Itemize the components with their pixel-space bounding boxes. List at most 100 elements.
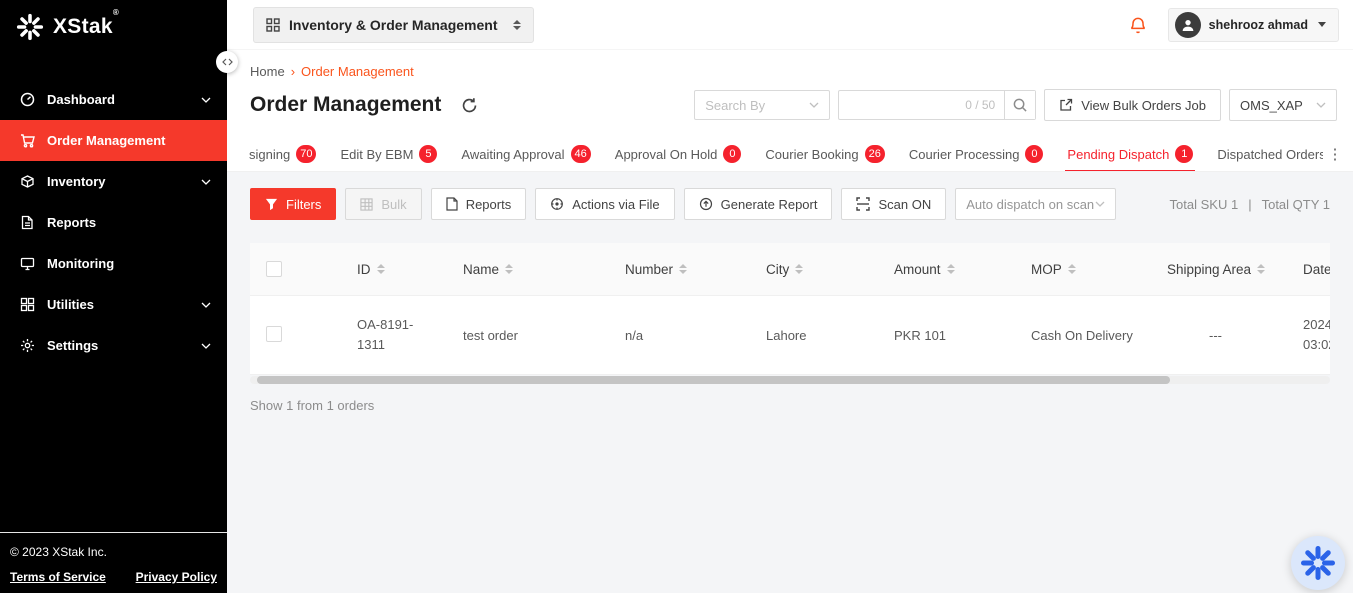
sidebar-item-label: Order Management [47,133,165,148]
sidebar-item-inventory[interactable]: Inventory [0,161,227,202]
user-menu[interactable]: shehrooz ahmad [1168,8,1339,42]
row-checkbox[interactable] [266,326,282,342]
column-header-shipping-area[interactable]: Shipping Area [1167,262,1303,277]
tab-pending-dispatch[interactable]: Pending Dispatch 1 [1055,137,1205,171]
tab-assigning[interactable]: signing 70 [249,137,328,171]
tab-awaiting-approval[interactable]: Awaiting Approval 46 [449,137,602,171]
sidebar-item-settings[interactable]: Settings [0,325,227,366]
oms-select[interactable]: OMS_XAP [1229,89,1337,121]
order-name: test order [463,328,625,343]
scan-on-label: Scan ON [878,197,931,212]
sidebar: XStak® Dashboard Order Management Invent… [0,0,227,593]
total-qty: Total QTY 1 [1262,197,1330,212]
refresh-button[interactable] [461,97,478,114]
breadcrumb-home[interactable]: Home [250,64,285,79]
sort-icon [1257,264,1265,274]
count-badge: 46 [571,145,591,163]
file-icon [20,215,35,230]
column-label: Date [1303,262,1330,277]
xstak-logo: XStak® [0,0,227,51]
total-sku: Total SKU 1 [1170,197,1239,212]
refresh-icon [461,97,478,114]
sidebar-item-utilities[interactable]: Utilities [0,284,227,325]
order-date: 2024-03:02 [1303,315,1330,355]
reports-label: Reports [466,197,512,212]
person-icon [1180,17,1196,33]
auto-dispatch-select[interactable]: Auto dispatch on scan [955,188,1116,220]
tab-label: Approval On Hold [615,147,718,162]
actions-via-file-button[interactable]: Actions via File [535,188,674,220]
sidebar-collapse-toggle[interactable] [216,51,238,73]
more-tabs-icon[interactable]: ⋮ [1323,137,1347,171]
column-header-amount[interactable]: Amount [894,262,1031,277]
funnel-icon [265,198,278,211]
terms-of-service-link[interactable]: Terms of Service [10,570,106,584]
column-header-mop[interactable]: MOP [1031,262,1167,277]
order-number: n/a [625,328,766,343]
scan-on-button[interactable]: Scan ON [841,188,946,220]
apps-grid-icon [266,18,280,32]
box-icon [20,174,35,189]
sidebar-item-label: Monitoring [47,256,114,271]
sort-icon [947,264,955,274]
search-input[interactable] [839,98,965,113]
column-header-date[interactable]: Date [1303,262,1330,277]
column-header-number[interactable]: Number [625,262,766,277]
sidebar-item-order-management[interactable]: Order Management [0,120,227,161]
sidebar-item-reports[interactable]: Reports [0,202,227,243]
reports-button[interactable]: Reports [431,188,527,220]
table-row[interactable]: OA-8191-1311 test order n/a Lahore PKR 1… [250,296,1330,375]
search-by-select[interactable]: Search By [694,90,830,120]
chevron-down-icon [809,102,819,108]
sort-arrows-icon [513,20,521,30]
scan-icon [856,197,870,211]
topbar: Inventory & Order Management shehrooz ah… [227,0,1353,50]
workspace-selector[interactable]: Inventory & Order Management [253,7,534,43]
search-button[interactable] [1004,91,1035,119]
grid-icon [20,297,35,312]
toolbar: Filters Bulk Reports Actions via File Ge… [250,188,1330,220]
xstak-floating-button[interactable] [1291,536,1345,590]
scrollbar-thumb[interactable] [257,376,1170,384]
column-label: City [766,262,789,277]
tab-approval-on-hold[interactable]: Approval On Hold 0 [603,137,754,171]
table-header-row: ID Name Number City Amount MOP Shipping … [250,243,1330,296]
breadcrumb-separator: › [291,64,295,79]
orders-table: ID Name Number City Amount MOP Shipping … [250,243,1330,375]
count-badge: 0 [723,145,741,163]
order-amount: PKR 101 [894,328,1031,343]
sidebar-nav: Dashboard Order Management Inventory Rep… [0,79,227,366]
column-header-name[interactable]: Name [463,262,625,277]
bulk-button[interactable]: Bulk [345,188,421,220]
char-counter: 0 / 50 [965,98,1004,112]
count-badge: 26 [865,145,885,163]
upload-circle-icon [699,197,713,211]
tab-dispatched-orders[interactable]: Dispatched Orders [1205,137,1323,171]
sort-icon [377,264,385,274]
content-area: Filters Bulk Reports Actions via File Ge… [227,172,1353,593]
column-label: MOP [1031,262,1062,277]
tab-label: signing [249,147,290,162]
tab-courier-processing[interactable]: Courier Processing 0 [897,137,1056,171]
column-header-city[interactable]: City [766,262,894,277]
bulk-label: Bulk [381,197,406,212]
order-city: Lahore [766,328,894,343]
chevron-left-icon [222,58,227,66]
generate-report-button[interactable]: Generate Report [684,188,833,220]
column-header-id[interactable]: ID [357,262,463,277]
horizontal-scrollbar[interactable] [250,376,1330,384]
chevron-down-icon [1316,102,1326,108]
sidebar-item-dashboard[interactable]: Dashboard [0,79,227,120]
view-bulk-orders-button[interactable]: View Bulk Orders Job [1044,89,1221,121]
page-header: Order Management Search By 0 / 50 [227,79,1353,137]
privacy-policy-link[interactable]: Privacy Policy [136,570,217,584]
notification-bell-icon[interactable] [1128,15,1148,35]
tab-edit-by-ebm[interactable]: Edit By EBM 5 [328,137,449,171]
tab-courier-booking[interactable]: Courier Booking 26 [753,137,896,171]
select-all-checkbox[interactable] [266,261,282,277]
search-by-placeholder: Search By [705,98,765,113]
tab-label: Awaiting Approval [461,147,564,162]
order-shipping-area: --- [1167,328,1303,343]
sidebar-item-monitoring[interactable]: Monitoring [0,243,227,284]
filters-button[interactable]: Filters [250,188,336,220]
